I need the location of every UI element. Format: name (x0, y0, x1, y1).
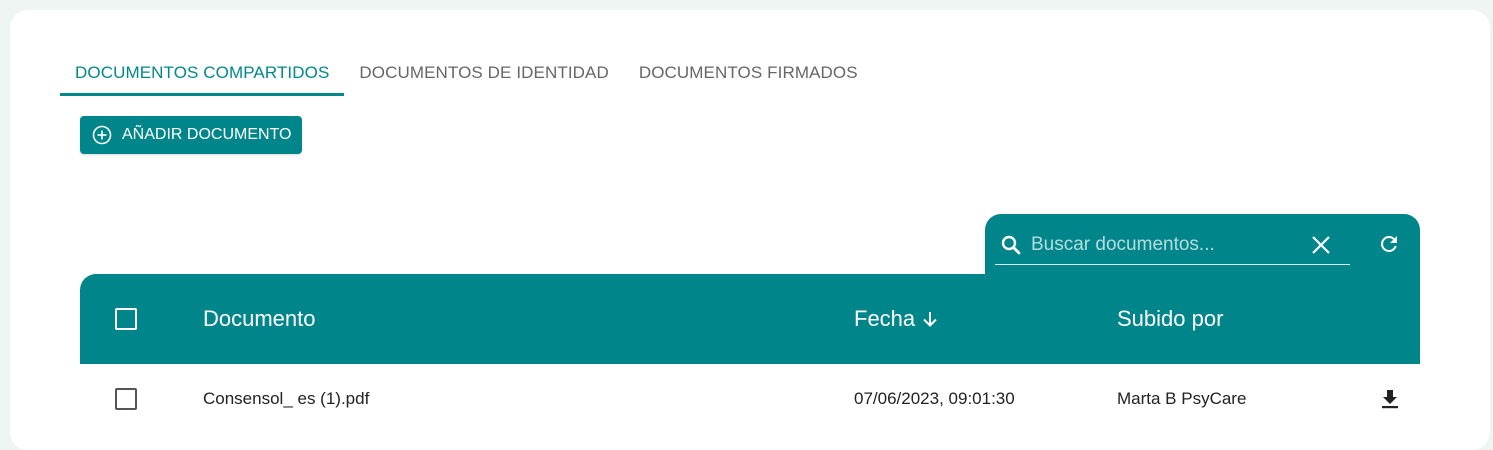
row-date: 07/06/2023, 09:01:30 (854, 364, 1015, 434)
header-uploaded-by[interactable]: Subido por (1117, 274, 1223, 364)
clear-search-button[interactable] (1308, 232, 1334, 258)
header-date[interactable]: Fecha (854, 274, 939, 364)
tab-identity-documents[interactable]: DOCUMENTOS DE IDENTIDAD (344, 50, 623, 96)
table-row[interactable]: Consensol_ es (1).pdf 07/06/2023, 09:01:… (80, 364, 1420, 434)
refresh-icon (1381, 236, 1397, 252)
header-date-label: Fecha (854, 306, 916, 331)
document-uploader: Marta B PsyCare (1117, 389, 1247, 408)
close-icon (1312, 236, 1330, 254)
tab-bar: DOCUMENTOS COMPARTIDOS DOCUMENTOS DE IDE… (60, 50, 873, 96)
document-name: Consensol_ es (1).pdf (203, 389, 370, 408)
documents-card: DOCUMENTOS COMPARTIDOS DOCUMENTOS DE IDE… (10, 10, 1490, 450)
search-icon (999, 233, 1023, 257)
table-header: Documento Fecha Subido por (80, 274, 1420, 364)
select-all-cell (115, 274, 137, 364)
row-select-cell (115, 364, 137, 434)
arrow-down-icon (921, 310, 939, 328)
search-field (995, 226, 1350, 265)
row-uploaded-by: Marta B PsyCare (1117, 364, 1246, 434)
tab-shared-documents[interactable]: DOCUMENTOS COMPARTIDOS (60, 50, 345, 96)
row-checkbox[interactable] (115, 388, 137, 410)
document-date: 07/06/2023, 09:01:30 (854, 389, 1015, 408)
select-all-checkbox[interactable] (115, 308, 137, 330)
add-circle-icon (92, 125, 112, 145)
search-input[interactable] (1031, 230, 1308, 260)
documents-table: Documento Fecha Subido por Consensol_ es… (80, 274, 1420, 434)
refresh-button[interactable] (1375, 230, 1403, 258)
row-document-name: Consensol_ es (1).pdf (203, 364, 369, 434)
add-document-label: AÑADIR DOCUMENTO (122, 126, 292, 143)
header-uploaded-by-label: Subido por (1117, 306, 1224, 331)
header-document[interactable]: Documento (203, 274, 316, 364)
header-document-label: Documento (203, 306, 316, 331)
tab-signed-documents[interactable]: DOCUMENTOS FIRMADOS (624, 50, 873, 96)
add-document-button[interactable]: AÑADIR DOCUMENTO (80, 116, 302, 154)
download-icon (1382, 390, 1398, 409)
row-actions (1376, 364, 1404, 434)
download-button[interactable] (1376, 385, 1404, 413)
